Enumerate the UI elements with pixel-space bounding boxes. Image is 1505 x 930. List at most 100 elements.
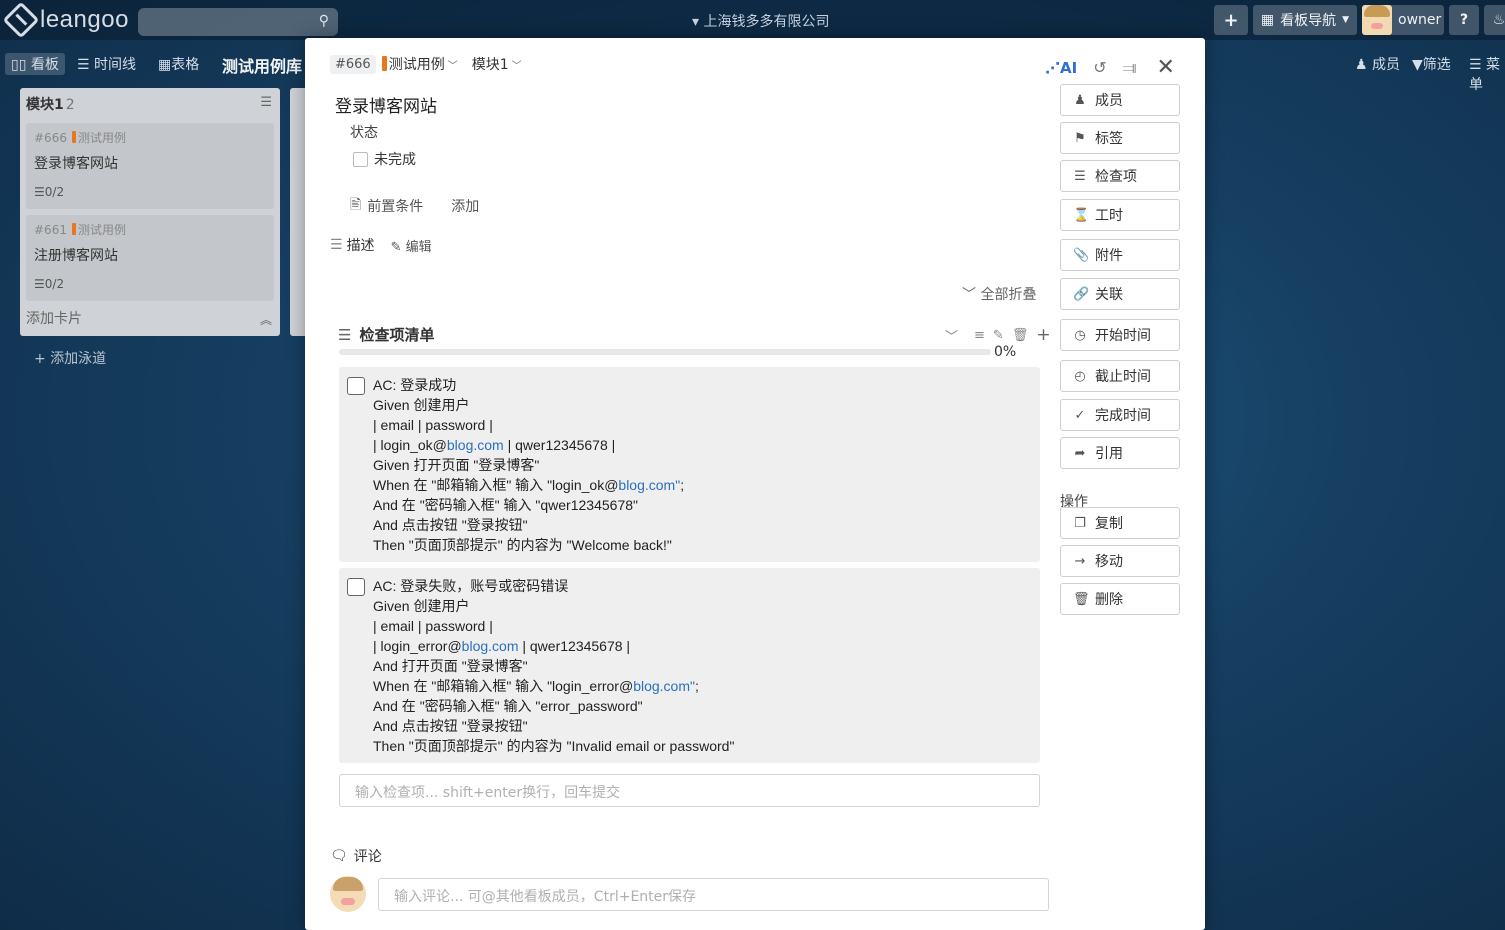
trash-icon[interactable]: 🗑 [1012,328,1029,343]
line-text: | login_ok@ [373,437,447,453]
status-checkbox[interactable] [353,151,368,167]
copy-button[interactable]: ❐ 复制 [1060,507,1180,539]
edit-description-button[interactable]: ✎ 编辑 [391,236,432,255]
chevron-down-icon[interactable]: ﹀ [945,326,958,345]
delete-button[interactable]: 🗑 删除 [1060,583,1180,615]
logo-icon [2,1,40,39]
checklist-line: Then "页面顶部提示" 的内容为 "Invalid email or pas… [373,738,735,754]
card-id-badge: #666 [330,54,376,74]
chevron-down-icon: ﹀ [447,61,458,72]
collapse-all-button[interactable]: ﹀ 全部折叠 [962,284,1036,304]
sort-icon[interactable]: ≡ [974,328,985,343]
start-time-button[interactable]: ◷ 开始时间 [1060,319,1180,351]
checklist-input[interactable]: 输入检查项... shift+enter换行，回车提交 [339,774,1040,807]
card-title[interactable]: 登录博客网站 [335,92,437,117]
precondition-label: 前置条件 [367,199,424,215]
share-icon[interactable]: ⫥ [1123,58,1137,78]
checklist-item-checkbox[interactable] [347,377,365,395]
card-id: #661 [34,223,67,237]
logo[interactable]: leangoo [2,1,129,39]
finish-time-button[interactable]: ✓ 完成时间 [1060,399,1180,431]
top-search-input[interactable]: ⚲ [138,8,338,36]
card-item[interactable]: #666 测试用例 登录博客网站 ☰0/2 [26,123,274,209]
precondition-row: 🖹 前置条件 添加 [350,194,479,218]
status-toggle[interactable]: 未完成 [353,149,416,169]
checklist-item-checkbox[interactable] [347,578,365,596]
card-tag: #661 测试用例 [34,221,126,238]
checklist-title[interactable]: 检查项清单 [359,324,434,345]
email-link[interactable]: blog.com [462,638,519,654]
card-title: 注册博客网站 [34,248,118,264]
line-text: ; [680,477,685,493]
board-title[interactable]: 测试用例库 [222,53,302,77]
add-lane-button[interactable]: + 添加泳道 [34,348,106,368]
checklist-icon: ☰ [338,325,352,344]
members-button[interactable]: ♟ 成员 [1060,84,1180,116]
menu-button[interactable]: ☰ 菜单 [1469,54,1505,94]
comment-input-placeholder: 输入评论... 可@其他看板成员，Ctrl+Enter保存 [394,889,697,905]
checklist-line: And 在 "密码输入框" 输入 "error_password" [373,698,643,714]
card-id: #666 [34,131,67,145]
user-menu[interactable]: owner [1362,5,1444,35]
close-icon[interactable]: ✕ [1157,55,1175,80]
edit-label: 编辑 [405,239,432,255]
attachment-button[interactable]: 📎 附件 [1060,239,1180,271]
checklist-line: Given 创建用户 [373,397,470,413]
reference-button[interactable]: ➦ 引用 [1060,437,1180,469]
link-label: 关联 [1095,287,1123,303]
checklist-progress-bar [339,349,991,355]
status-label: 状态 [350,125,378,141]
checklist-item[interactable]: AC: 登录成功 Given 创建用户 | email | password |… [339,367,1040,562]
email-link[interactable]: blog.com" [633,678,695,694]
move-button[interactable]: → 移动 [1060,545,1180,577]
members-button[interactable]: ♟ 成员 [1355,54,1400,74]
copy-label: 复制 [1095,516,1123,532]
plus-icon[interactable]: + [1036,325,1050,345]
add-button[interactable]: + [1214,5,1248,35]
attachment-label: 附件 [1095,248,1123,264]
worktime-button[interactable]: ⌛ 工时 [1060,199,1180,231]
ai-button[interactable]: ⋰AI [1045,59,1077,77]
checklist-item[interactable]: AC: 登录失败，账号或密码错误 Given 创建用户 | email | pa… [339,568,1040,763]
lane-title[interactable]: 模块1 2 [26,94,75,114]
lane-menu-icon[interactable]: ☰ [260,95,272,110]
add-user-icon: ♟ [1074,92,1086,108]
menu-icon: ☰ [1469,57,1482,73]
tab-board[interactable]: ▯▯ 看板 [5,53,65,75]
tags-button[interactable]: ⚑ 标签 [1060,122,1180,154]
checklist-line: AC: 登录失败，账号或密码错误 [373,578,569,594]
company-selector[interactable]: ▾ 上海钱多多有限公司 [692,11,829,31]
card-item[interactable]: #661 测试用例 注册博客网站 ☰0/2 [26,215,274,301]
plus-icon: + [1223,9,1239,31]
card-checklist-text: 0/2 [44,185,65,199]
tab-table[interactable]: ▦表格 [158,54,199,74]
history-icon[interactable]: ↺ [1093,58,1106,77]
comment-input[interactable]: 输入评论... 可@其他看板成员，Ctrl+Enter保存 [378,878,1049,911]
module-selector[interactable]: 模块1 ﹀ [472,54,522,74]
precondition-add-button[interactable]: 添加 [451,196,479,216]
tab-timeline[interactable]: ☰ 时间线 [77,54,136,74]
table-icon: ▦ [158,57,172,73]
due-time-button[interactable]: ◴ 截止时间 [1060,360,1180,392]
collapse-lane-icon[interactable]: ︽ [260,311,272,328]
chevron-down-icon: ﹀ [511,61,522,72]
pencil-icon[interactable]: ✎ [993,328,1004,343]
user-avatar [1362,5,1392,35]
board-nav-button[interactable]: ▦ 看板导航 ▼ [1253,5,1357,35]
checklist-line: | email | password | [373,417,493,433]
notification-button[interactable]: ♨ [1484,5,1505,35]
filter-button[interactable]: ▼筛选 [1412,54,1451,74]
email-link[interactable]: blog.com" [618,477,680,493]
card-checklist-count: ☰0/2 [34,185,64,199]
description-label: 描述 [346,238,375,254]
help-button[interactable]: ? [1449,5,1479,35]
checklist-button[interactable]: ☰ 检查项 [1060,160,1180,192]
add-card-button[interactable]: 添加卡片 [26,308,82,328]
card-type-selector[interactable]: 测试用例 ﹀ [381,54,458,74]
card-type-label: 测试用例 [388,57,445,73]
reference-label: 引用 [1095,446,1123,462]
top-bar: leangoo ⚲ ▾ 上海钱多多有限公司 + ▦ 看板导航 ▼ owner ?… [0,0,1505,40]
email-link[interactable]: blog.com [447,437,504,453]
link-button[interactable]: 🔗 关联 [1060,278,1180,310]
checklist-tools: ﹀ ≡ ✎ 🗑 + [945,325,1051,345]
